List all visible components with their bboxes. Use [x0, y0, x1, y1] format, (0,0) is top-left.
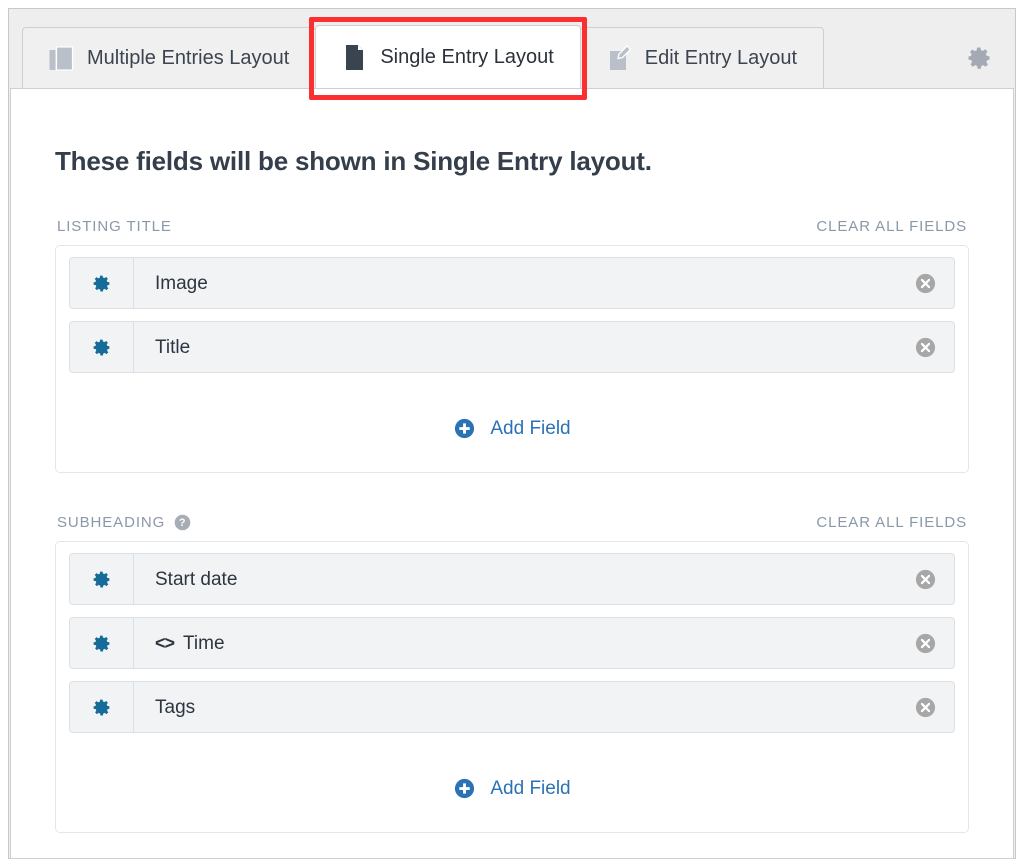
remove-circle-icon[interactable]	[914, 258, 954, 308]
screenshot-root: Multiple Entries Layout Single Entry Lay…	[0, 0, 1024, 867]
tab-bar: Multiple Entries Layout Single Entry Lay…	[9, 9, 1015, 88]
field-row-body[interactable]: <> Time	[134, 618, 914, 668]
clear-all-fields-button[interactable]: CLEAR ALL FIELDS	[816, 218, 967, 235]
tab-single-entry-layout[interactable]: Single Entry Layout	[315, 25, 581, 88]
app-window: Multiple Entries Layout Single Entry Lay…	[8, 8, 1016, 859]
field-row-body[interactable]: Start date	[134, 554, 914, 604]
add-field-label: Add Field	[490, 418, 571, 439]
field-group-subheading: Start date <> Time Tags Add Field	[55, 541, 969, 833]
add-field-button[interactable]: Add Field	[69, 745, 955, 832]
question-mark-circle-icon[interactable]: ?	[174, 514, 191, 531]
field-label: Time	[183, 632, 225, 654]
tab-label: Multiple Entries Layout	[87, 47, 290, 69]
gear-icon[interactable]	[70, 322, 134, 372]
remove-circle-icon[interactable]	[914, 682, 954, 732]
gear-icon[interactable]	[70, 258, 134, 308]
field-group-listing-title: Image Title Add Field	[55, 245, 969, 473]
single-page-icon	[342, 44, 367, 71]
table-row[interactable]: Title	[69, 321, 955, 373]
tab-label: Single Entry Layout	[380, 46, 554, 68]
section-label-group: LISTING TITLE	[57, 218, 172, 235]
section-label-group: SUBHEADING ?	[57, 514, 191, 531]
pencil-edit-icon	[607, 44, 632, 72]
section-label: LISTING TITLE	[57, 218, 172, 235]
stacked-pages-icon	[49, 45, 74, 72]
plus-circle-icon	[453, 777, 476, 800]
remove-circle-icon[interactable]	[914, 322, 954, 372]
table-row[interactable]: Start date	[69, 553, 955, 605]
field-label: Tags	[155, 696, 196, 718]
code-brackets-icon: <>	[155, 632, 175, 653]
field-row-body[interactable]: Title	[134, 322, 914, 372]
field-label: Title	[155, 336, 191, 358]
gear-icon[interactable]	[70, 618, 134, 668]
field-label: Start date	[155, 568, 238, 590]
add-field-label: Add Field	[490, 778, 571, 799]
svg-text:?: ?	[179, 517, 186, 529]
plus-circle-icon	[453, 417, 476, 440]
gear-icon[interactable]	[965, 44, 993, 72]
content-panel: These fields will be shown in Single Ent…	[10, 88, 1014, 859]
tab-multiple-entries-layout[interactable]: Multiple Entries Layout	[22, 27, 317, 88]
table-row[interactable]: Tags	[69, 681, 955, 733]
add-field-button[interactable]: Add Field	[69, 385, 955, 472]
page-title: These fields will be shown in Single Ent…	[55, 146, 652, 176]
section-header-subheading: SUBHEADING ? CLEAR ALL FIELDS	[55, 514, 969, 531]
tab-edit-entry-layout[interactable]: Edit Entry Layout	[579, 27, 825, 88]
field-row-body[interactable]: Image	[134, 258, 914, 308]
gear-icon[interactable]	[70, 554, 134, 604]
field-row-body[interactable]: Tags	[134, 682, 914, 732]
section-label: SUBHEADING	[57, 514, 166, 531]
remove-circle-icon[interactable]	[914, 618, 954, 668]
tab-label: Edit Entry Layout	[644, 47, 798, 69]
clear-all-fields-button[interactable]: CLEAR ALL FIELDS	[816, 514, 967, 531]
remove-circle-icon[interactable]	[914, 554, 954, 604]
section-header-listing-title: LISTING TITLE CLEAR ALL FIELDS	[55, 218, 969, 235]
field-label: Image	[155, 272, 208, 294]
table-row[interactable]: Image	[69, 257, 955, 309]
gear-icon[interactable]	[70, 682, 134, 732]
table-row[interactable]: <> Time	[69, 617, 955, 669]
